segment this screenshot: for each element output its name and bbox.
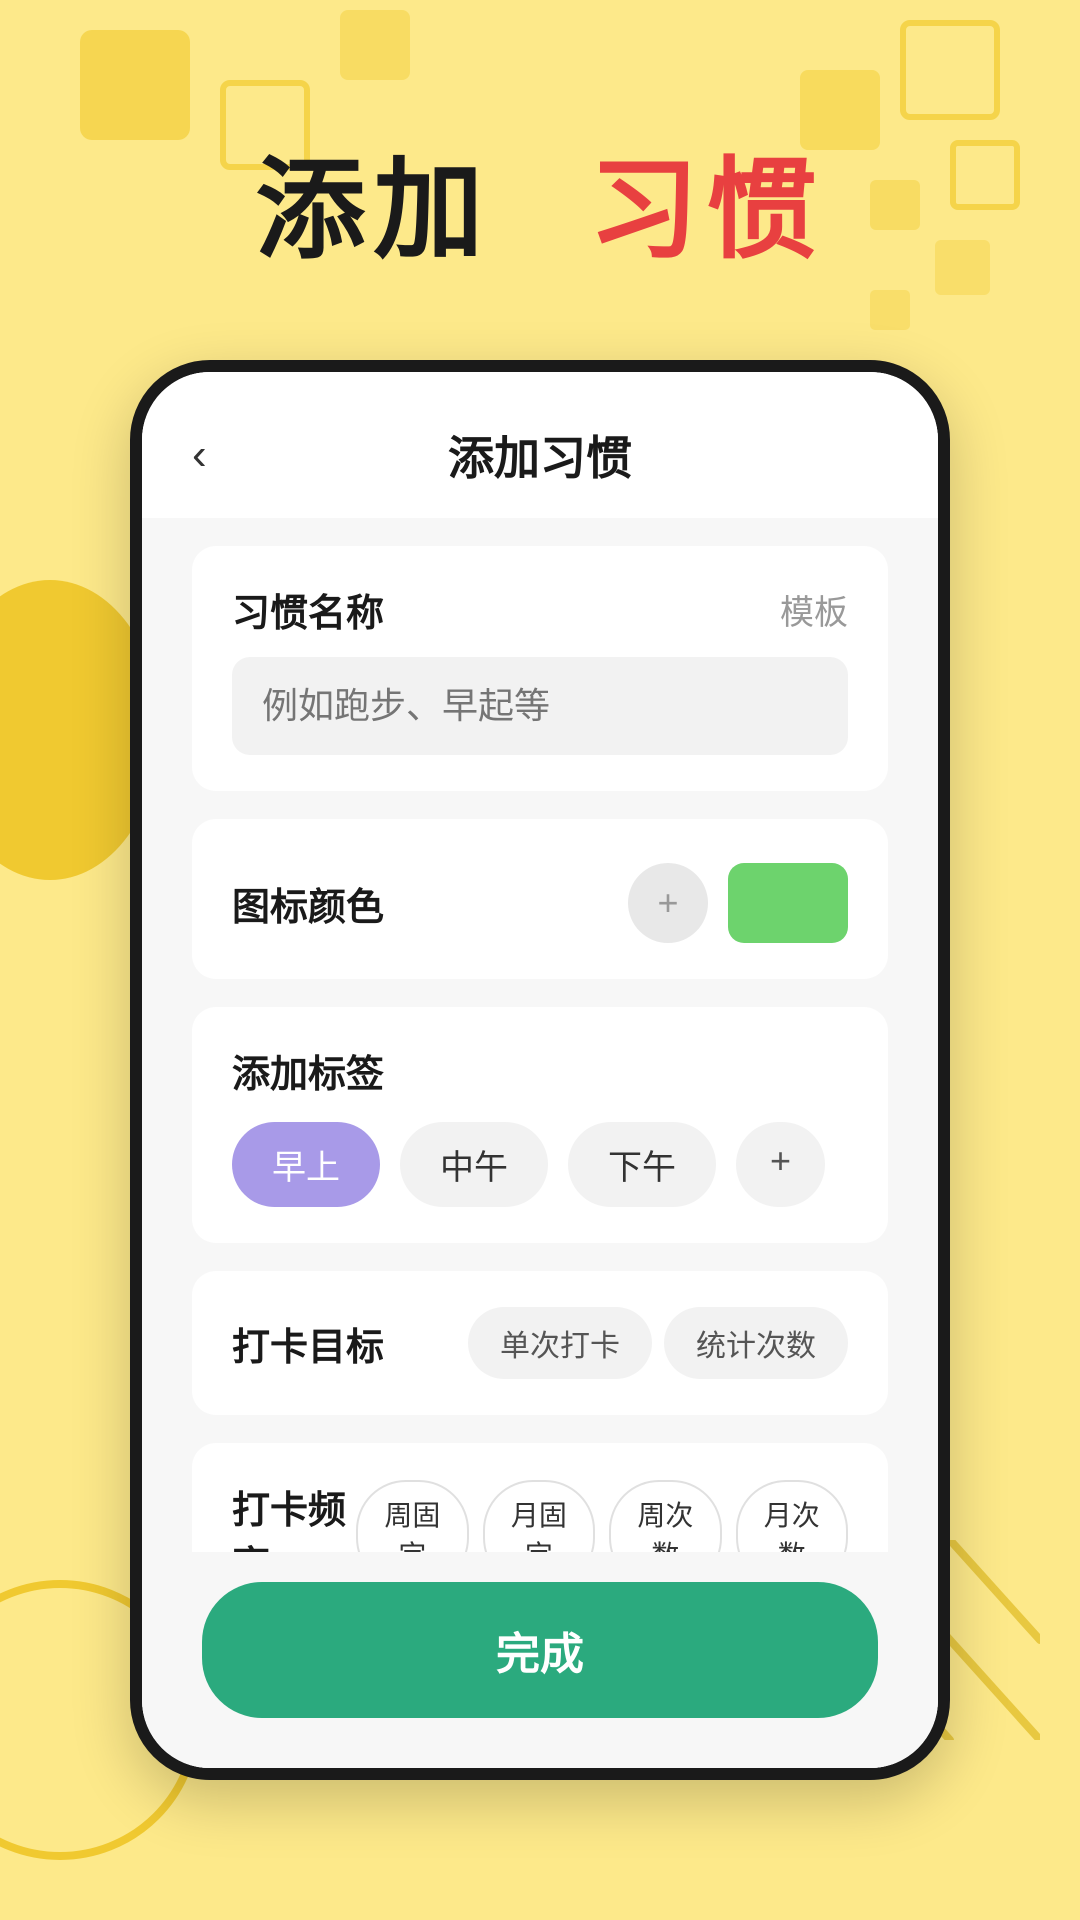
color-swatch-green[interactable] xyxy=(728,863,848,943)
icon-color-options: + xyxy=(628,863,848,943)
count-checkin-button[interactable]: 统计次数 xyxy=(664,1307,848,1379)
frequency-label: 打卡频率 xyxy=(232,1479,356,1552)
phone-content[interactable]: 习惯名称 模板 图标颜色 + 添加 xyxy=(142,518,938,1552)
single-checkin-button[interactable]: 单次打卡 xyxy=(468,1307,652,1379)
title-part1: 添加 xyxy=(255,149,491,272)
tags-section: 添加标签 早上 中午 下午 + xyxy=(192,1007,888,1243)
checkin-goal-section: 打卡目标 单次打卡 统计次数 xyxy=(192,1271,888,1415)
freq-month-count[interactable]: 月次数 xyxy=(736,1480,848,1552)
icon-color-label: 图标颜色 xyxy=(232,876,384,931)
frequency-section: 打卡频率 周固定 月固定 周次数 月次数 周一 周二 周三 周四 周五 周六 周 xyxy=(192,1443,888,1552)
icon-add-button[interactable]: + xyxy=(628,863,708,943)
phone-header: ‹ 添加习惯 xyxy=(142,372,938,518)
title-part2: 习惯 xyxy=(589,149,825,272)
tag-add-button[interactable]: + xyxy=(736,1122,825,1207)
freq-week-count[interactable]: 周次数 xyxy=(609,1480,721,1552)
header-title: 添加习惯 xyxy=(448,422,632,488)
phone-bottom: 完成 xyxy=(142,1552,938,1768)
freq-week-fixed[interactable]: 周固定 xyxy=(356,1480,468,1552)
back-button[interactable]: ‹ xyxy=(192,430,207,480)
frequency-header: 打卡频率 周固定 月固定 周次数 月次数 xyxy=(232,1479,848,1552)
tag-noon[interactable]: 中午 xyxy=(400,1122,548,1207)
habit-name-row: 习惯名称 模板 xyxy=(232,582,848,637)
template-button[interactable]: 模板 xyxy=(780,585,848,634)
checkin-goal-label: 打卡目标 xyxy=(232,1316,384,1371)
icon-color-section: 图标颜色 + xyxy=(192,819,888,979)
tags-row: 早上 中午 下午 + xyxy=(232,1122,848,1207)
habit-name-input[interactable] xyxy=(232,657,848,755)
frequency-options: 周固定 月固定 周次数 月次数 xyxy=(356,1480,848,1552)
tag-afternoon[interactable]: 下午 xyxy=(568,1122,716,1207)
phone-inner: ‹ 添加习惯 习惯名称 模板 图标颜色 + xyxy=(142,372,938,1768)
habit-name-section: 习惯名称 模板 xyxy=(192,546,888,791)
page-hero-title: 添加 习惯 xyxy=(0,120,1080,280)
tags-label: 添加标签 xyxy=(232,1043,848,1098)
habit-name-label: 习惯名称 xyxy=(232,582,384,637)
plus-icon: + xyxy=(657,882,678,924)
checkin-goal-row: 打卡目标 单次打卡 统计次数 xyxy=(232,1307,848,1379)
icon-color-row: 图标颜色 + xyxy=(232,863,848,943)
tag-morning[interactable]: 早上 xyxy=(232,1122,380,1207)
checkin-goal-toggle: 单次打卡 统计次数 xyxy=(468,1307,848,1379)
complete-button[interactable]: 完成 xyxy=(202,1582,878,1718)
phone-mockup: ‹ 添加习惯 习惯名称 模板 图标颜色 + xyxy=(130,360,950,1780)
freq-month-fixed[interactable]: 月固定 xyxy=(483,1480,595,1552)
